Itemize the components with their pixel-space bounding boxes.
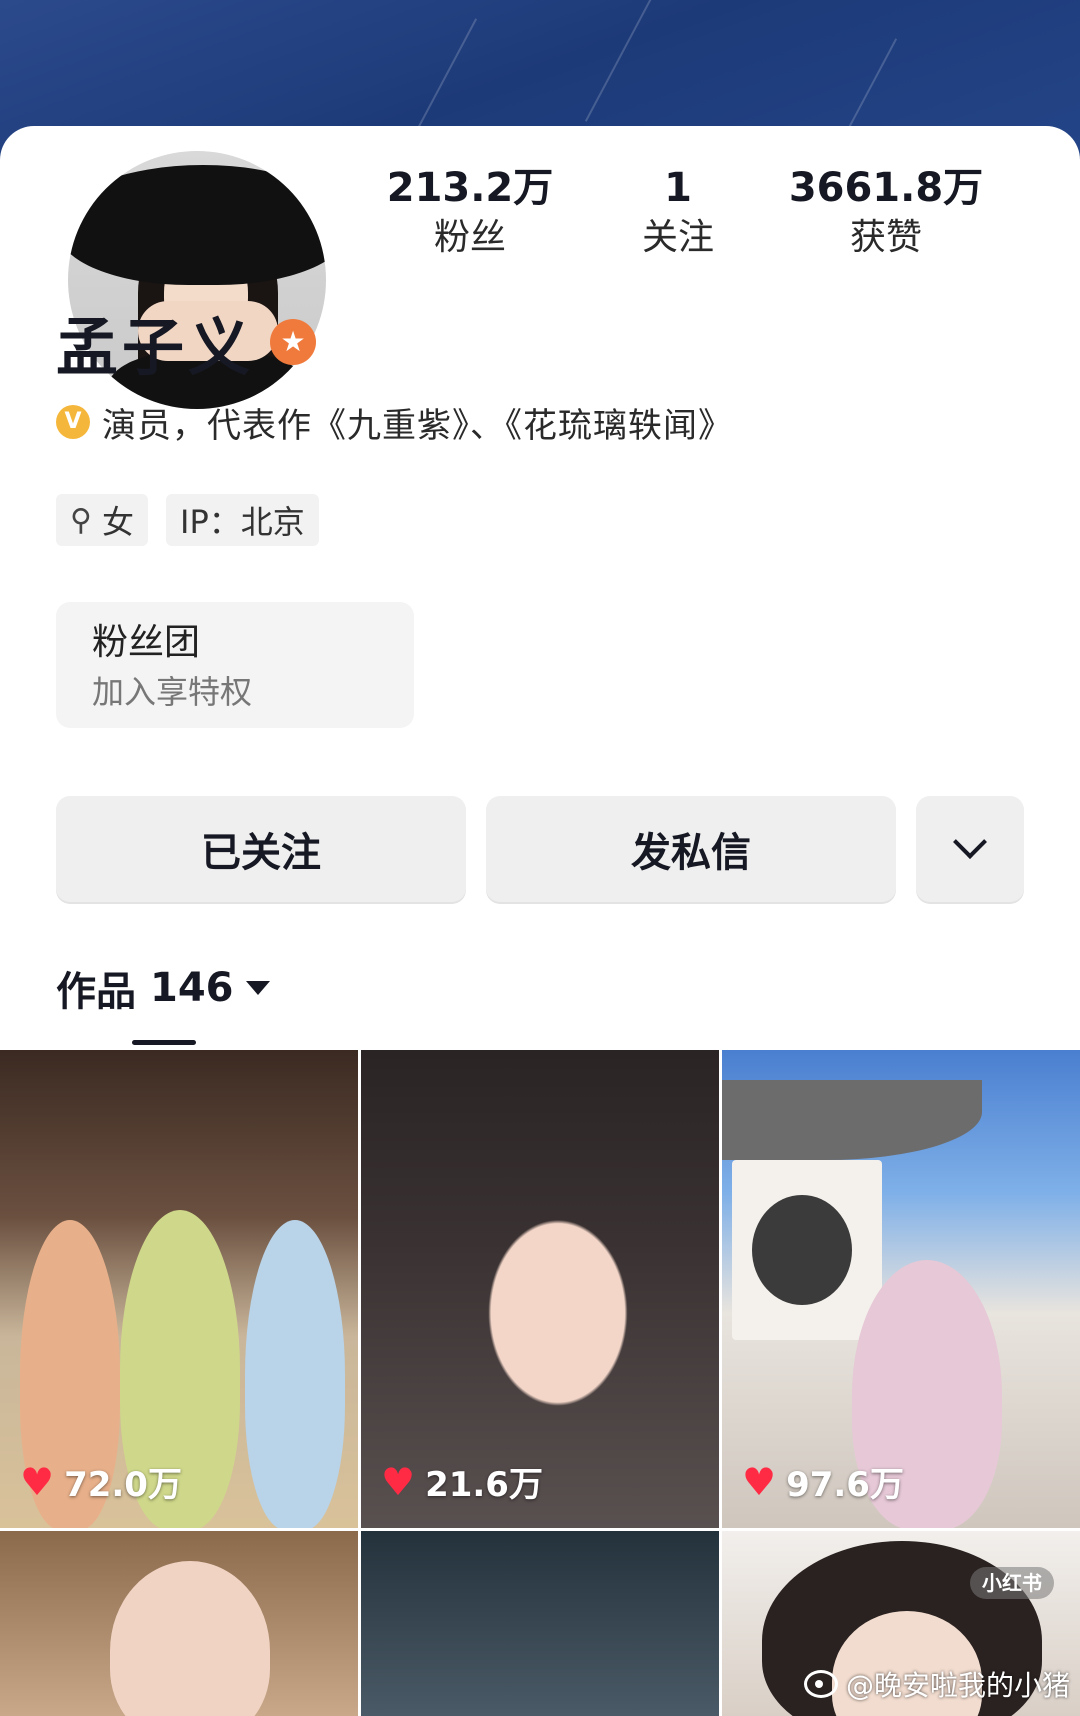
tab-works[interactable]: 作品 146 [56, 958, 270, 1018]
stat-value: 1 [664, 165, 692, 211]
like-count: ♥ 97.6万 [742, 1457, 904, 1506]
work-tile[interactable]: ♥ 21.6万 [361, 1050, 719, 1528]
star-badge-icon[interactable]: ★ [270, 319, 317, 365]
followed-button[interactable]: 已关注 [56, 796, 466, 902]
stat-label: 关注 [641, 217, 714, 258]
weibo-icon [803, 1670, 838, 1698]
more-button[interactable] [916, 796, 1024, 902]
verification-text: 演员，代表作《九重紫》、《花琉璃轶闻》 [102, 405, 733, 446]
stat-following[interactable]: 1 关注 [568, 162, 788, 262]
like-count: ♥ 21.6万 [381, 1457, 543, 1506]
like-value: 21.6万 [425, 1465, 543, 1505]
works-tab-count: 146 [150, 965, 234, 1011]
like-count: ♥ 72.0万 [20, 1457, 182, 1506]
fan-club-subtitle: 加入享特权 [92, 673, 253, 711]
gender-tag: ⚲ 女 [56, 494, 148, 546]
fan-club-card[interactable]: 粉丝团 加入享特权 [56, 602, 414, 728]
verified-badge-icon: V [56, 405, 90, 439]
fan-club-title: 粉丝团 [92, 622, 201, 663]
message-button[interactable]: 发私信 [486, 796, 896, 902]
work-tile[interactable] [361, 1531, 719, 1716]
ip-tag: IP：北京 [166, 494, 319, 546]
work-tile[interactable] [0, 1531, 358, 1716]
stat-label: 粉丝 [433, 217, 506, 258]
xiaohongshu-badge: 小红书 [970, 1567, 1054, 1599]
works-tab-label: 作品 [56, 969, 136, 1015]
work-tile[interactable]: ♥ 72.0万 [0, 1050, 358, 1528]
action-buttons: 已关注 发私信 [56, 796, 1024, 904]
heart-icon: ♥ [381, 1459, 416, 1504]
like-value: 97.6万 [786, 1465, 904, 1505]
heart-icon: ♥ [20, 1459, 55, 1504]
work-tile[interactable]: ♥ 97.6万 [722, 1050, 1080, 1528]
profile-tags: ⚲ 女 IP：北京 [56, 494, 319, 546]
tab-underline [132, 1040, 196, 1045]
stat-likes[interactable]: 3661.8万 获赞 [776, 162, 996, 262]
stat-fans[interactable]: 213.2万 粉丝 [360, 162, 580, 262]
like-value: 72.0万 [64, 1465, 182, 1505]
gender-label: 女 [101, 503, 134, 541]
caret-down-icon [245, 981, 270, 995]
heart-icon: ♥ [742, 1459, 777, 1504]
watermark: @晚安啦我的小猪 [803, 1664, 1070, 1704]
stat-value: 3661.8万 [788, 165, 984, 211]
works-grid: ♥ 72.0万 ♥ 21.6万 ♥ 97.6万 小红书 @晚安啦我的小猪 [0, 1050, 1080, 1716]
female-icon: ⚲ [70, 502, 92, 538]
stat-value: 213.2万 [386, 165, 554, 211]
profile-stats: 213.2万 粉丝 1 关注 3661.8万 获赞 [360, 162, 1040, 272]
profile-name: 孟子义 [56, 311, 255, 384]
verification-row: V 演员，代表作《九重紫》、《花琉璃轶闻》 [56, 396, 733, 448]
profile-card: 213.2万 粉丝 1 关注 3661.8万 获赞 孟子义 ★ V 演员，代表作… [0, 126, 1080, 1716]
stat-label: 获赞 [849, 217, 922, 258]
watermark-text: @晚安啦我的小猪 [845, 1669, 1070, 1702]
chevron-down-icon [953, 825, 987, 859]
ip-label: IP：北京 [180, 503, 305, 541]
name-row: 孟子义 ★ [56, 302, 317, 384]
